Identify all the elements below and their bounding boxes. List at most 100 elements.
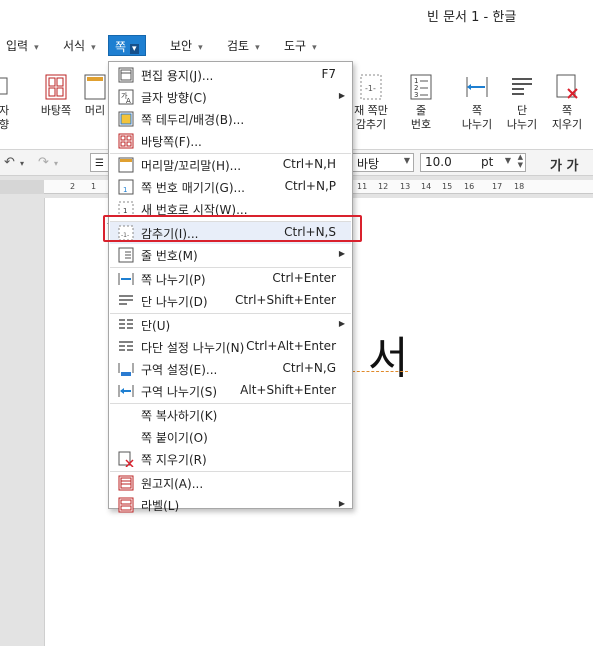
font-name-select[interactable]: 바탕 ▼ bbox=[352, 153, 414, 172]
menu-item-label: 바탕쪽(F)... bbox=[141, 135, 202, 149]
menu-item-label: 쪽 테두리/배경(B)... bbox=[141, 113, 245, 127]
ribbon-label: 향 bbox=[0, 118, 10, 131]
ribbon-label: 지우기 bbox=[551, 118, 583, 131]
ribbon-label: 감추기 bbox=[355, 118, 387, 131]
undo-icon[interactable]: ↶ bbox=[4, 155, 15, 170]
menu-item-section-break[interactable]: 구역 나누기(S) Alt+Shift+Enter bbox=[110, 380, 351, 402]
section-setup-icon bbox=[118, 361, 134, 377]
section-setup-icon-svg bbox=[118, 363, 134, 376]
chevron-down-icon: ▾ bbox=[91, 43, 96, 53]
menu-item-label: 쪽 번호 매기기(G)... bbox=[141, 181, 245, 195]
menu-item-label: 단(U) bbox=[141, 319, 171, 333]
menu-security[interactable]: 보안 ▾ bbox=[170, 37, 203, 54]
menu-label: 입력 bbox=[6, 39, 29, 53]
font-name-value: 바탕 bbox=[357, 157, 380, 171]
ruler-tick: 11 bbox=[357, 182, 368, 191]
page-break-icon-svg bbox=[466, 77, 488, 97]
menu-item-copy-page[interactable]: 쪽 복사하기(K) bbox=[110, 404, 351, 426]
menu-item-page-number[interactable]: 1 쪽 번호 매기기(G)... Ctrl+N,P bbox=[110, 176, 351, 198]
menu-item-shortcut: Ctrl+Enter bbox=[272, 271, 336, 285]
ribbon-delete-page-button[interactable]: 쪽 지우기 bbox=[546, 74, 588, 132]
line-number-icon: 123 bbox=[409, 74, 433, 100]
page-border-icon-svg bbox=[118, 111, 134, 127]
submenu-arrow-icon: ▶ bbox=[338, 91, 345, 100]
menu-item-label-sheet[interactable]: 라벨(L) ▶ bbox=[110, 494, 351, 516]
multi-column-break-icon-svg bbox=[119, 341, 133, 351]
ribbon-line-number-button[interactable]: 123 줄 번호 bbox=[404, 74, 438, 132]
line-number-icon-svg: 123 bbox=[410, 74, 432, 100]
ruler-tick: 13 bbox=[400, 182, 411, 191]
ribbon-hide-button[interactable]: -1- 재 쪽만 감추기 bbox=[350, 74, 392, 132]
menu-item-section-setup[interactable]: 구역 설정(E)... Ctrl+N,G bbox=[110, 358, 351, 380]
page-break-icon bbox=[465, 74, 489, 100]
header-footer-icon-svg bbox=[84, 74, 106, 100]
multi-column-break-icon bbox=[118, 339, 134, 355]
text-direction-icon-svg: 가A bbox=[118, 89, 134, 105]
ribbon-label: 나누기 bbox=[461, 118, 493, 131]
menu-item-text-direction[interactable]: 가A 글자 방향(C) ▶ bbox=[110, 86, 351, 108]
header-footer-icon bbox=[83, 74, 107, 100]
menu-item-paste-page[interactable]: 쪽 붙이기(O) bbox=[110, 426, 351, 448]
font-size-input[interactable]: 10.0 pt ▼ ▲ ▼ bbox=[420, 153, 526, 172]
menu-item-shortcut: Ctrl+N,P bbox=[284, 179, 336, 193]
line-number-icon bbox=[118, 247, 134, 263]
bold-icons[interactable]: 가 가 bbox=[550, 155, 578, 174]
menu-item-multi-column-break[interactable]: 다단 설정 나누기(N) Ctrl+Alt+Enter bbox=[110, 336, 351, 358]
menu-insert[interactable]: 입력 ▾ bbox=[6, 37, 39, 54]
menu-item-columns[interactable]: 단(U) ▶ bbox=[110, 314, 351, 336]
ribbon-partial-left[interactable]: 자 향 bbox=[0, 74, 12, 132]
menu-item-shortcut: Ctrl+N,G bbox=[282, 361, 337, 375]
svg-text:3: 3 bbox=[414, 91, 418, 99]
ribbon-header-button[interactable]: 머리 bbox=[82, 74, 108, 118]
font-size-value: 10.0 bbox=[425, 155, 452, 169]
menu-bar: 입력 ▾ 서식 ▾ 쪽 ▾ 보안 ▾ 검토 ▾ 도구 ▾ bbox=[0, 30, 593, 80]
ribbon-label: 쪽 bbox=[471, 104, 483, 117]
menu-item-label: 쪽 붙이기(O) bbox=[141, 431, 208, 445]
menu-item-manuscript[interactable]: 원고지(A)... bbox=[110, 472, 351, 494]
stepper-icon[interactable]: ▲ ▼ bbox=[518, 154, 523, 169]
menu-page[interactable]: 쪽 ▾ bbox=[108, 35, 146, 56]
menu-item-label: 라벨(L) bbox=[141, 499, 180, 513]
paragraph-style-box[interactable]: ☰ bbox=[90, 153, 110, 172]
window-title: 빈 문서 1 - 한글 bbox=[427, 10, 517, 25]
menu-review[interactable]: 검토 ▾ bbox=[227, 37, 260, 54]
submenu-arrow-icon: ▶ bbox=[338, 249, 345, 258]
menu-item-page-border[interactable]: 쪽 테두리/배경(B)... bbox=[110, 108, 351, 130]
menu-item-page-break[interactable]: 쪽 나누기(P) Ctrl+Enter bbox=[110, 268, 351, 290]
menu-item-page-setup[interactable]: 편집 용지(J)... F7 bbox=[110, 64, 351, 86]
menu-item-shortcut: Ctrl+N,H bbox=[282, 157, 336, 171]
redo-icon[interactable]: ↷ bbox=[38, 155, 49, 170]
ribbon-column-break-button[interactable]: 단 나누기 bbox=[502, 74, 542, 132]
menu-item-label: 쪽 나누기(P) bbox=[141, 273, 206, 287]
ribbon-master-page-button[interactable]: 바탕쪽 bbox=[36, 74, 76, 118]
header-footer-icon-svg bbox=[118, 157, 134, 173]
column-break-icon-svg bbox=[512, 78, 532, 95]
menu-item-master-page[interactable]: 바탕쪽(F)... bbox=[110, 130, 351, 152]
page-number-icon: 1 bbox=[118, 179, 134, 195]
columns-icon-svg bbox=[119, 319, 133, 329]
menu-item-label: 줄 번호(M) bbox=[141, 249, 198, 263]
menu-item-delete-page[interactable]: 쪽 지우기(R) bbox=[110, 448, 351, 470]
ribbon-page-break-button[interactable]: 쪽 나누기 bbox=[456, 74, 498, 132]
menu-item-header-footer[interactable]: 머리말/꼬리말(H)... Ctrl+N,H bbox=[110, 154, 351, 176]
page-break-icon bbox=[118, 271, 134, 287]
chevron-down-icon: ▾ bbox=[312, 43, 317, 53]
master-page-icon bbox=[44, 74, 68, 100]
label-icon-svg bbox=[118, 497, 134, 513]
chevron-down-icon[interactable]: ▾ bbox=[20, 159, 24, 168]
ribbon-label: 줄 bbox=[415, 104, 427, 117]
chevron-down-icon[interactable]: ▾ bbox=[54, 159, 58, 168]
master-page-icon-svg bbox=[118, 133, 134, 149]
ribbon-label: 자 bbox=[0, 104, 10, 117]
menu-tools[interactable]: 도구 ▾ bbox=[284, 37, 317, 54]
menu-label: 서식 bbox=[63, 39, 86, 53]
menu-item-shortcut: Ctrl+Shift+Enter bbox=[235, 293, 336, 307]
spellcheck-underline bbox=[352, 370, 408, 372]
menu-item-column-break[interactable]: 단 나누기(D) Ctrl+Shift+Enter bbox=[110, 290, 351, 312]
menu-format[interactable]: 서식 ▾ bbox=[63, 37, 96, 54]
chevron-down-icon: ▾ bbox=[34, 43, 39, 53]
menu-item-line-number[interactable]: 줄 번호(M) ▶ bbox=[110, 244, 351, 266]
menu-label: 검토 bbox=[227, 39, 250, 53]
svg-text:-1-: -1- bbox=[365, 84, 376, 93]
ruler-tick: 16 bbox=[464, 182, 475, 191]
